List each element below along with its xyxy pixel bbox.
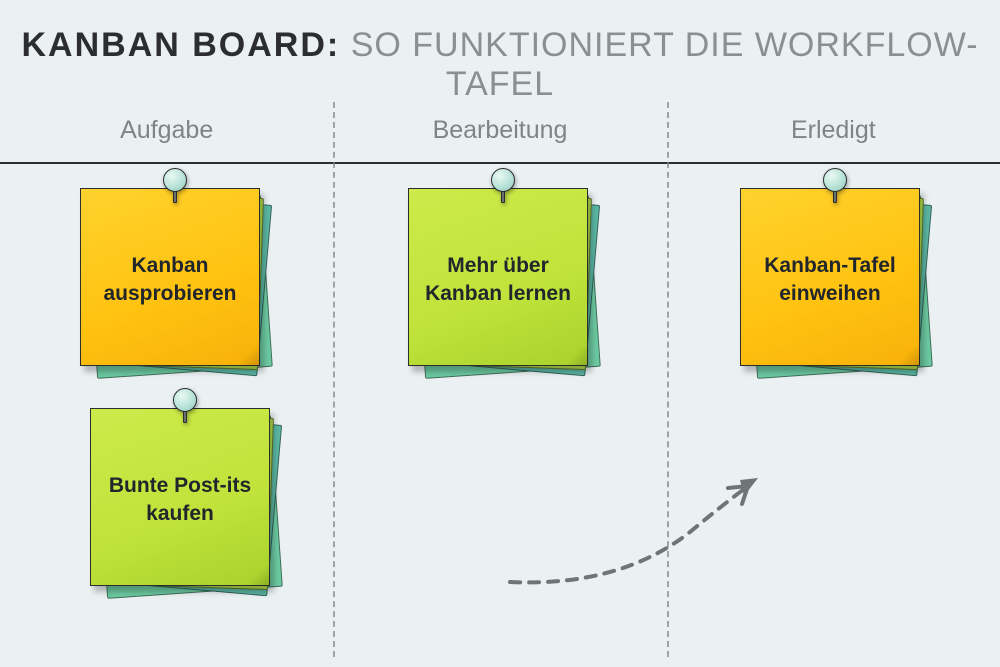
pushpin-icon [821,168,849,206]
sticky-note: Bunte Post-its kaufen [90,408,280,598]
note-text: Kanban-Tafel einweihen [740,188,920,366]
column-header: Aufgabe [0,102,333,162]
sticky-note: Kanban-Tafel einweihen [740,188,930,378]
pushpin-icon [489,168,517,206]
note-text: Kanban ausprobieren [80,188,260,366]
column-header: Erledigt [667,102,1000,162]
sticky-note: Kanban ausprobieren [80,188,270,378]
column-header: Bearbeitung [333,102,666,162]
title-bold: KANBAN BOARD: [21,26,340,64]
sticky-note: Mehr über Kanban lernen [408,188,598,378]
kanban-board: Aufgabe Bearbeitung Erledigt Kanban ausp… [0,102,1000,667]
note-text: Mehr über Kanban lernen [408,188,588,366]
note-text: Bunte Post-its kaufen [90,408,270,586]
pushpin-icon [161,168,189,206]
page-title: KANBAN BOARD: SO FUNKTIONIERT DIE WORKFL… [0,0,1000,104]
pushpin-icon [171,388,199,426]
title-rest: SO FUNKTIONIERT DIE WORKFLOW-TAFEL [340,26,978,103]
